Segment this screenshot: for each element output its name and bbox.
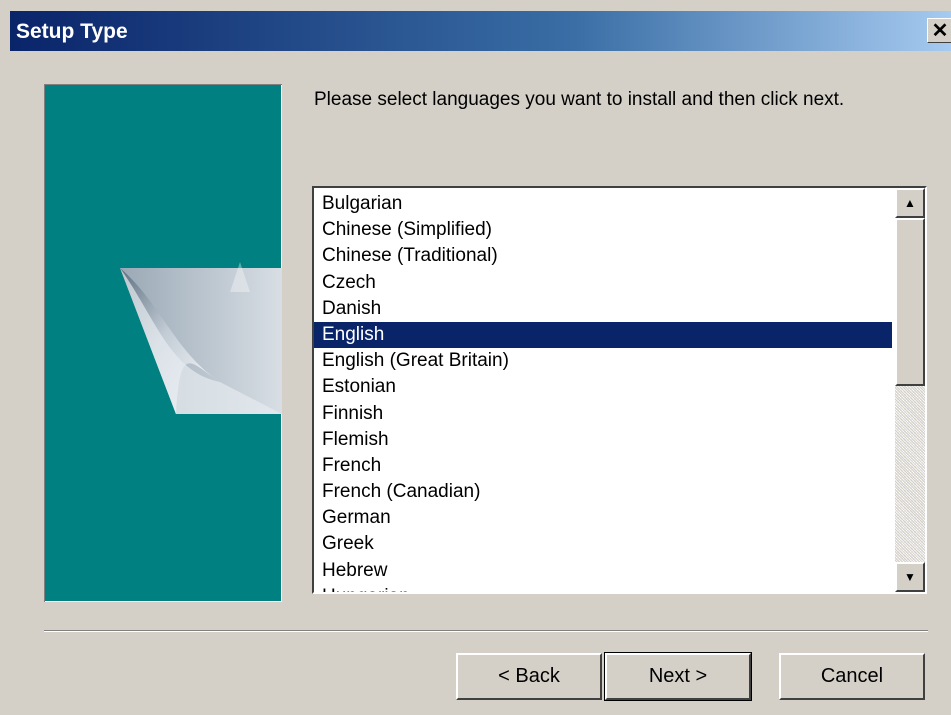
scroll-up-button[interactable]: ▲	[895, 188, 925, 218]
language-item[interactable]: English (Great Britain)	[314, 348, 892, 374]
close-icon: ✕	[931, 20, 949, 42]
divider	[44, 630, 928, 632]
arrow-up-icon: ▲	[904, 196, 916, 210]
language-item[interactable]: Finnish	[314, 401, 892, 427]
language-item[interactable]: Danish	[314, 296, 892, 322]
language-item[interactable]: French	[314, 453, 892, 479]
back-button[interactable]: < Back	[456, 653, 602, 700]
page-curl-graphic	[120, 262, 282, 414]
title-bar[interactable]: Setup Type ✕	[10, 11, 951, 51]
language-item[interactable]: English	[314, 321, 892, 349]
language-item[interactable]: Chinese (Traditional)	[314, 243, 892, 269]
next-button[interactable]: Next >	[604, 652, 752, 701]
language-item[interactable]: Hungarian	[314, 584, 892, 592]
language-item[interactable]: Estonian	[314, 374, 892, 400]
side-panel	[44, 84, 282, 602]
scroll-down-button[interactable]: ▼	[895, 562, 925, 592]
language-list[interactable]: Bulgarian Chinese (Simplified) Chinese (Tr…	[314, 191, 892, 592]
language-item[interactable]: Chinese (Simplified)	[314, 217, 892, 243]
language-item[interactable]: Hebrew	[314, 558, 892, 584]
scrollbar-thumb[interactable]	[895, 218, 925, 386]
cancel-button[interactable]: Cancel	[779, 653, 925, 700]
instruction-text: Please select languages you want to inst…	[314, 89, 845, 110]
language-item[interactable]: Bulgarian	[314, 191, 892, 217]
language-item[interactable]: German	[314, 505, 892, 531]
vertical-scrollbar[interactable]: ▲ ▼	[895, 188, 925, 592]
arrow-down-icon: ▼	[904, 570, 916, 584]
language-item[interactable]: French (Canadian)	[314, 479, 892, 505]
language-item[interactable]: Greek	[314, 531, 892, 557]
setup-window: Setup Type ✕ Please select languages you…	[0, 0, 951, 715]
language-item[interactable]: Flemish	[314, 427, 892, 453]
language-item[interactable]: Czech	[314, 270, 892, 296]
close-button[interactable]: ✕	[927, 18, 951, 43]
language-listbox[interactable]: Bulgarian Chinese (Simplified) Chinese (Tr…	[312, 186, 927, 594]
window-title: Setup Type	[16, 20, 128, 43]
